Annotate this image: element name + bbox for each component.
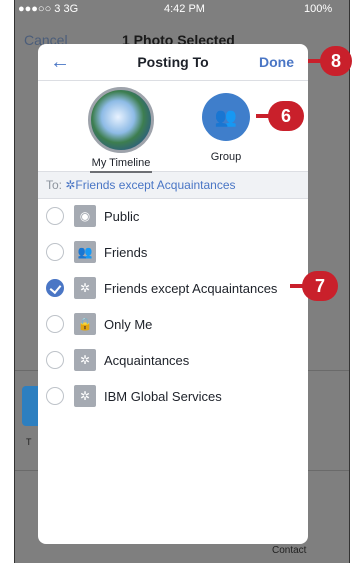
friends-icon: 👥 <box>74 241 96 263</box>
to-value: Friends except Acquaintances <box>75 178 236 192</box>
option-friends[interactable]: 👥 Friends <box>38 235 308 271</box>
radio-button[interactable] <box>46 243 64 261</box>
my-timeline-option[interactable]: My Timeline <box>82 87 160 173</box>
radio-button-checked[interactable] <box>46 279 64 297</box>
lock-icon: 🔒 <box>74 313 96 335</box>
selected-underline <box>90 171 152 173</box>
option-label: Public <box>104 209 140 224</box>
option-label: Only Me <box>104 317 153 332</box>
option-only-me[interactable]: 🔒 Only Me <box>38 307 308 343</box>
radio-button[interactable] <box>46 315 64 333</box>
battery-label: 100% <box>304 3 333 15</box>
option-label: Friends <box>104 245 148 260</box>
option-ibm-global-services[interactable]: ✲ IBM Global Services <box>38 379 308 415</box>
to-prefix: To: <box>46 178 63 192</box>
gear-icon: ✲ <box>65 178 76 192</box>
background-contact-label: Contact <box>272 545 307 556</box>
group-label: Group <box>210 151 242 163</box>
callout-badge-group: 6 <box>256 101 304 131</box>
radio-button[interactable] <box>46 387 64 405</box>
carrier-label: ●●●○○ 3 3G <box>18 3 79 15</box>
to-summary: To: ✲Friends except Acquaintances <box>38 171 308 199</box>
option-public[interactable]: ◉ Public <box>38 199 308 235</box>
gear-icon: ✲ <box>74 349 96 371</box>
gear-icon: ✲ <box>74 277 96 299</box>
group-option[interactable]: 👥 Group <box>186 87 266 163</box>
timeline-avatar <box>88 87 154 153</box>
background-header: Cancel 1 Photo Selected <box>14 18 350 48</box>
radio-button[interactable] <box>46 207 64 225</box>
option-label: IBM Global Services <box>104 389 222 404</box>
option-friends-except-acquaintances[interactable]: ✲ Friends except Acquaintances <box>38 271 308 307</box>
radio-button[interactable] <box>46 351 64 369</box>
option-label: Acquaintances <box>104 353 190 368</box>
audience-options-list: ◉ Public 👥 Friends ✲ Friends except Acqu… <box>38 199 308 415</box>
timeline-label: My Timeline <box>91 157 151 169</box>
globe-icon: ◉ <box>74 205 96 227</box>
option-acquaintances[interactable]: ✲ Acquaintances <box>38 343 308 379</box>
done-button[interactable]: Done <box>259 54 294 70</box>
group-icon: 👥 <box>202 93 250 141</box>
option-label: Friends except Acquaintances <box>104 281 278 296</box>
callout-badge-option: 7 <box>290 271 338 301</box>
target-selector: My Timeline 👥 Group <box>38 81 308 173</box>
sheet-header: ← Posting To Done <box>38 44 308 81</box>
time-label: 4:42 PM <box>164 3 205 15</box>
gear-icon: ✲ <box>74 385 96 407</box>
background-tile-label: T <box>26 437 32 447</box>
status-bar: ●●●○○ 3 3G 4:42 PM 100% <box>14 0 350 18</box>
callout-badge-done: 8 <box>308 46 352 76</box>
